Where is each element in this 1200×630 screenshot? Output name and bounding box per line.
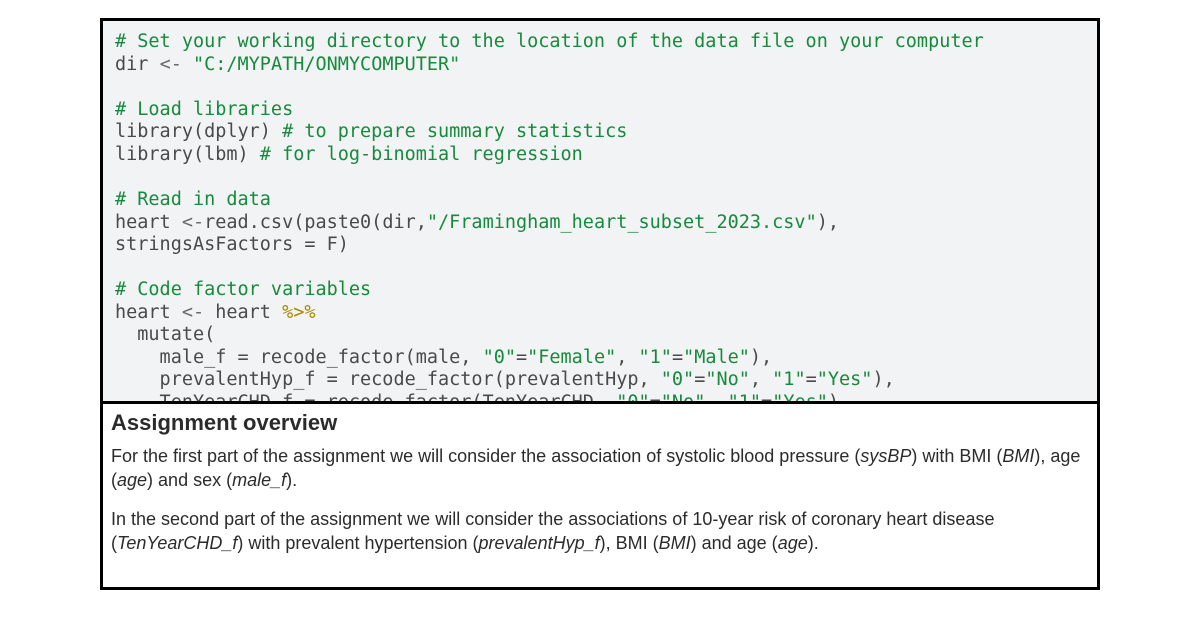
code-string: "1" [639,347,672,368]
code-string: "C:/MYPATH/ONMYCOMPUTER" [193,54,460,75]
code-text: heart [204,302,282,323]
code-text: = [672,347,683,368]
var-tenyearchd-f: TenYearCHD_f [117,533,237,553]
code-text: library(lbm) [115,144,260,165]
code-text: ), [817,212,839,233]
code-text: dir [115,54,160,75]
code-string: "Yes" [772,392,828,401]
code-text: = [516,347,527,368]
code-comment: # Read in data [115,189,271,210]
code-comment: # to prepare summary statistics [282,121,627,142]
document-frame: # Set your working directory to the loca… [100,18,1100,590]
code-text: heart [115,302,182,323]
code-comment: # Set your working directory to the loca… [115,31,984,52]
var-age: age [117,470,147,490]
p2-text: ). [808,533,819,553]
code-string: "Male" [683,347,750,368]
code-operator: <- [182,302,204,323]
assignment-heading: Assignment overview [111,410,1089,436]
code-text: mutate( [115,324,215,345]
code-string: "/Framingham_heart_subset_2023.csv" [427,212,817,233]
var-bmi: BMI [659,533,691,553]
code-comment: # for log-binomial regression [260,144,583,165]
code-text: TenYearCHD_f = recode_factor(TenYearCHD, [115,392,616,401]
p2-text: ) and age ( [691,533,778,553]
p1-text: ). [286,470,297,490]
code-text: prevalentHyp_f = recode_factor(prevalent… [115,369,661,390]
code-comment: # Code factor variables [115,279,371,300]
assignment-paragraph-2: In the second part of the assignment we … [111,507,1089,556]
code-string: "1" [772,369,805,390]
code-text: , [750,369,772,390]
code-text: = [650,392,661,401]
code-string: "1" [728,392,761,401]
p1-text: ) and sex ( [147,470,232,490]
var-prevalenthyp-f: prevalentHyp_f [479,533,600,553]
code-text: read.csv(paste0(dir, [204,212,427,233]
var-sysbp: sysBP [860,446,911,466]
code-block: # Set your working directory to the loca… [103,21,1097,401]
code-text: heart [115,212,182,233]
var-male-f: male_f [232,470,286,490]
code-operator: <- [160,54,182,75]
code-string: "Female" [527,347,616,368]
code-string: "Yes" [817,369,873,390]
code-text: , [705,392,727,401]
p1-text: For the first part of the assignment we … [111,446,860,466]
code-string: "No" [705,369,750,390]
code-string: "0" [661,369,694,390]
code-text: library(dplyr) [115,121,282,142]
code-comment: # Load libraries [115,99,293,120]
assignment-overview: Assignment overview For the first part o… [103,401,1097,587]
code-text: ) [828,392,839,401]
code-string: "0" [616,392,649,401]
p1-text: ) with BMI ( [911,446,1002,466]
code-pipe: %>% [282,302,315,323]
code-text: , [616,347,638,368]
code-text: = [806,369,817,390]
code-text: stringsAsFactors = F) [115,234,349,255]
code-string: "0" [483,347,516,368]
code-text: male_f = recode_factor(male, [115,347,483,368]
code-text: = [694,369,705,390]
var-bmi: BMI [1002,446,1034,466]
code-text: ), [872,369,894,390]
assignment-paragraph-1: For the first part of the assignment we … [111,444,1089,493]
p2-text: ) with prevalent hypertension ( [237,533,478,553]
code-string: "No" [661,392,706,401]
code-text [182,54,193,75]
p2-text: ), BMI ( [600,533,659,553]
var-age: age [778,533,808,553]
code-text: ), [750,347,772,368]
code-text: = [761,392,772,401]
code-operator: <- [182,212,204,233]
